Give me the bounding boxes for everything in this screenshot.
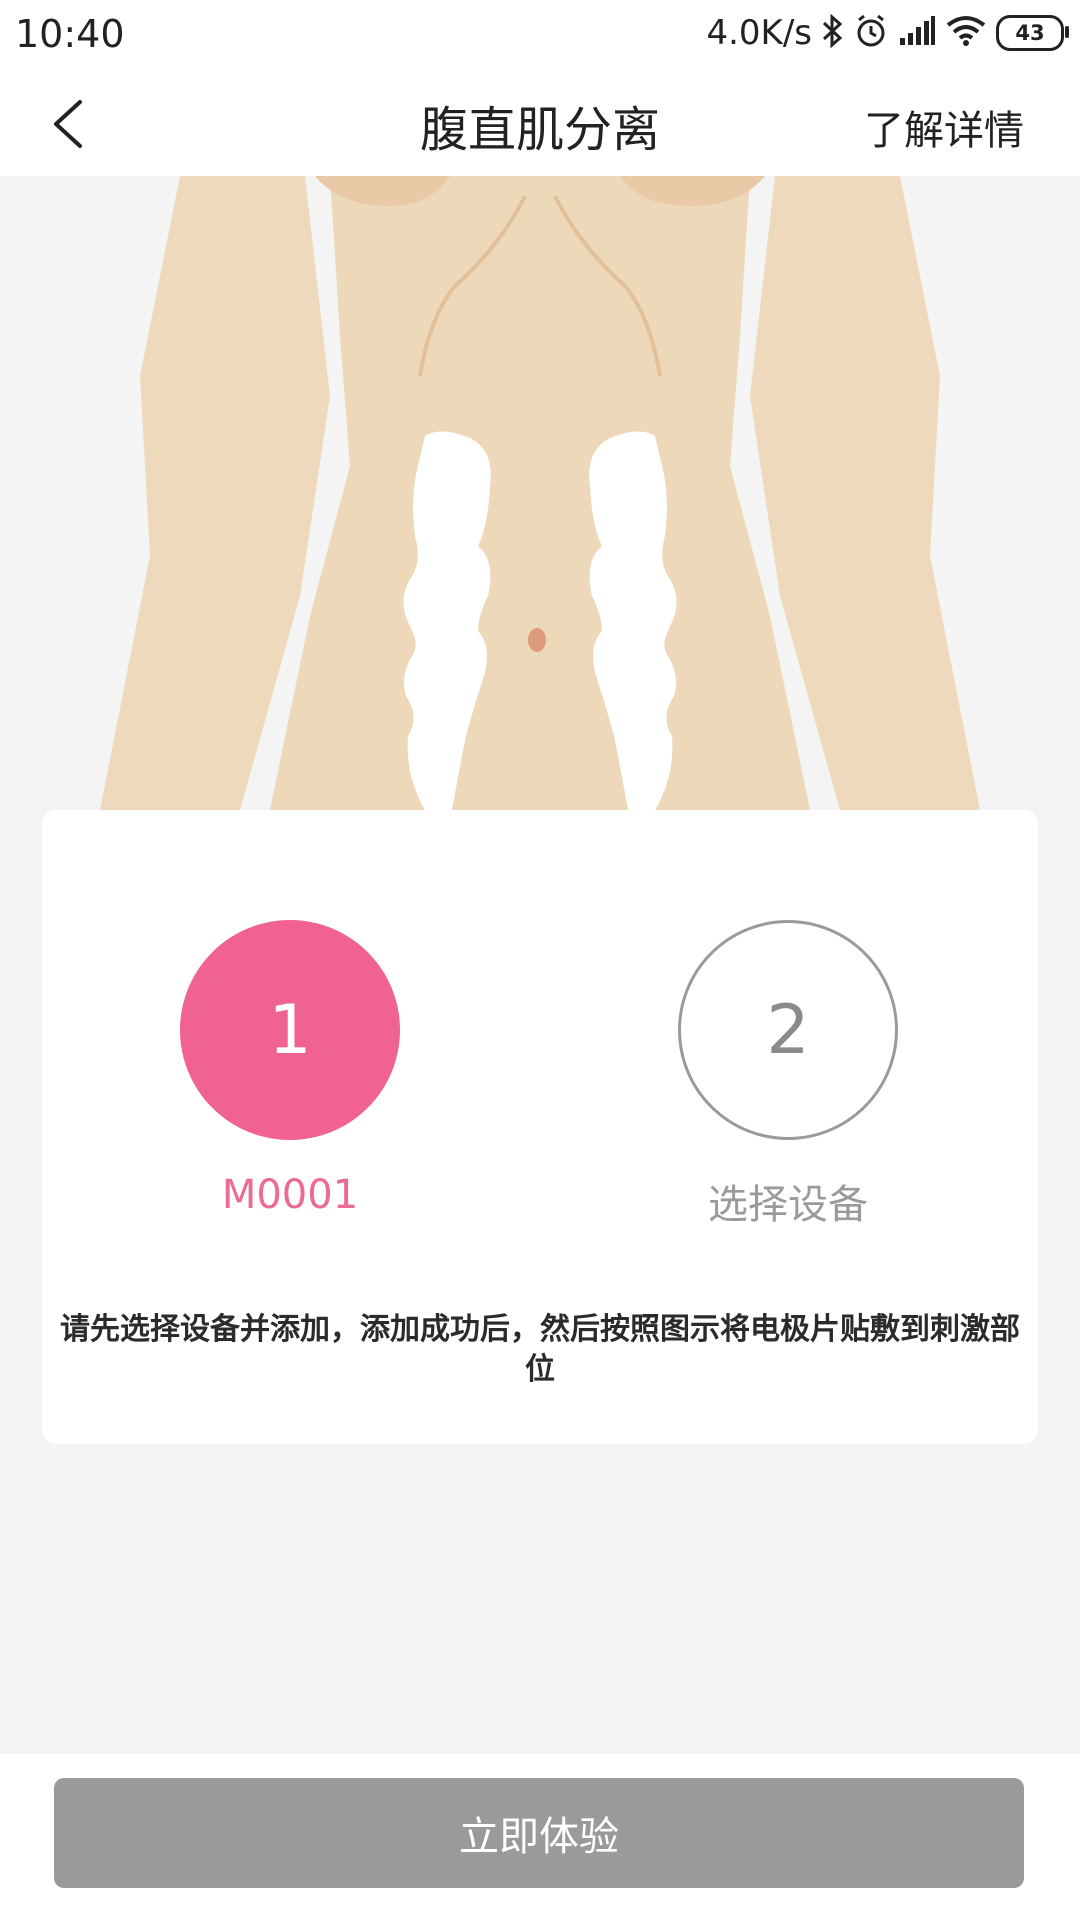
status-bar: 10:40 4.0K/s 43: [0, 0, 1080, 68]
wifi-icon: [946, 15, 986, 51]
step-card: 1 M0001 2 选择设备 请先选择设备并添加，添加成功后，然后按照图示将电极…: [42, 810, 1038, 1444]
detail-link[interactable]: 了解详情: [864, 98, 1024, 156]
status-time: 10:40: [15, 12, 125, 56]
bluetooth-icon: [822, 13, 844, 52]
abdomen-illustration: [0, 176, 1080, 810]
instruction-text: 请先选择设备并添加，添加成功后，然后按照图示将电极片贴敷到刺激部位: [60, 1312, 1020, 1387]
step-1-circle[interactable]: 1: [180, 920, 400, 1140]
step-2-circle[interactable]: 2: [678, 920, 898, 1140]
navel: [528, 628, 546, 652]
signal-icon: [898, 16, 936, 50]
step-2-label[interactable]: 选择设备: [638, 1172, 938, 1230]
status-icons: 4.0K/s 43: [706, 10, 1069, 56]
start-experience-button[interactable]: 立即体验: [54, 1778, 1024, 1888]
torso: [270, 176, 810, 810]
title-bar: 腹直肌分离 了解详情: [0, 68, 1080, 176]
alarm-icon: [854, 14, 888, 52]
battery-level: 43: [1015, 21, 1045, 45]
network-speed: 4.0K/s: [706, 13, 812, 53]
battery-icon: 43: [996, 15, 1069, 51]
bottom-bar: 立即体验: [0, 1754, 1080, 1920]
step-1-label[interactable]: M0001: [140, 1172, 440, 1218]
